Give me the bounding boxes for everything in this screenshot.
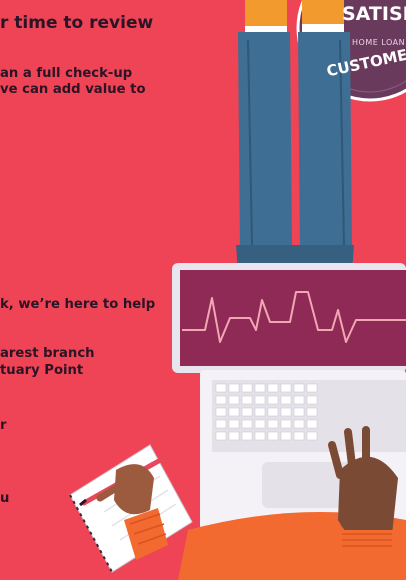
illustration: [69, 0, 406, 580]
sneakers-icon: [245, 0, 344, 34]
badge-title: SATISFI: [342, 3, 406, 25]
badge-subtitle: HOME LOAN: [352, 38, 406, 47]
